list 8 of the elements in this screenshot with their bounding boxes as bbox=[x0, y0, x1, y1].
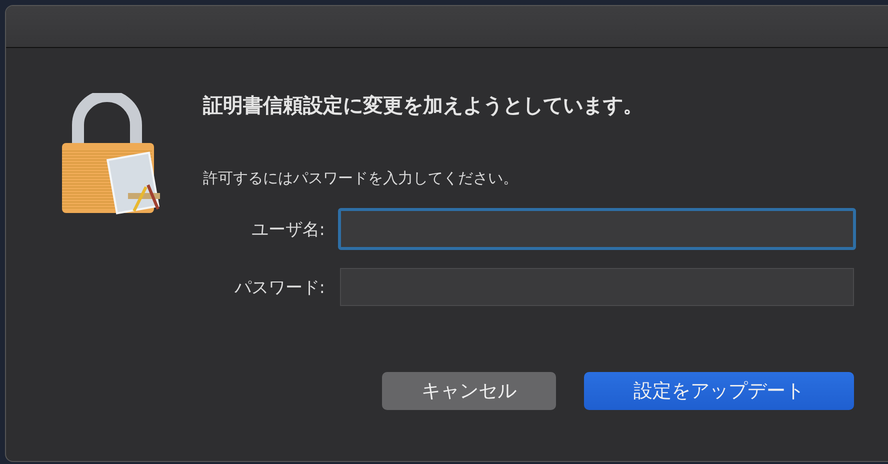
field-label: パスワード: bbox=[233, 276, 325, 298]
field-label: ユーザ名: bbox=[250, 218, 325, 240]
input-field[interactable] bbox=[338, 208, 856, 250]
dialog-heading: 証明書信頼設定に変更を加えようとしています。 bbox=[203, 93, 644, 117]
cancel-button[interactable]: キャンセル bbox=[382, 372, 556, 410]
update-button[interactable]: 設定をアップデート bbox=[584, 372, 854, 410]
dialog-message: 許可するにはパスワードを入力してください。 bbox=[203, 169, 519, 188]
input-field[interactable] bbox=[340, 268, 854, 306]
